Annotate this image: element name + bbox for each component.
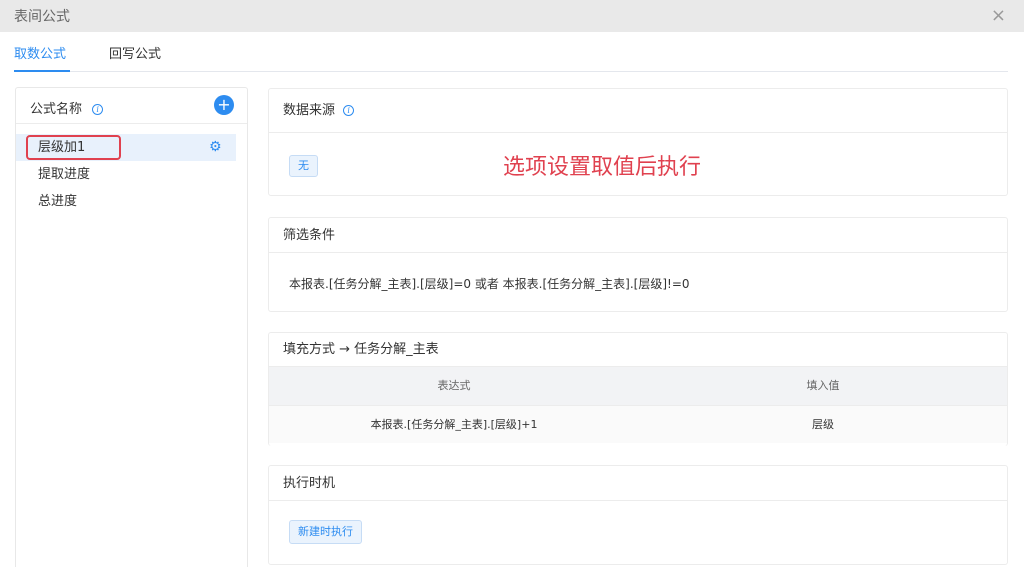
datasource-card: 数据来源 i 无 选项设置取值后执行 — [268, 88, 1008, 196]
timing-title: 执行时机 — [283, 476, 336, 491]
add-formula-button[interactable]: + — [214, 95, 234, 115]
datasource-header: 数据来源 i — [269, 89, 1007, 133]
info-icon[interactable]: i — [343, 105, 355, 116]
expression-cell: 本报表.[任务分解_主表].[层级]+1 — [370, 418, 538, 431]
column-header-fill-value: 填入值 — [806, 379, 840, 392]
fill-title: 填充方式 → 任务分解_主表 — [283, 342, 439, 357]
formula-item-level-plus-1[interactable]: 层级加1 ⚙ — [16, 134, 236, 161]
formula-item-label: 提取进度 — [38, 167, 91, 182]
datasource-title: 数据来源 — [283, 103, 336, 118]
tab-fetch-formula[interactable]: 取数公式 — [14, 43, 66, 62]
formula-list-panel: 公式名称 i + 层级加1 ⚙ 提取进度 总进度 — [15, 87, 248, 567]
fill-header: 填充方式 → 任务分解_主表 — [269, 333, 1007, 367]
active-tab-indicator — [14, 70, 70, 72]
filter-condition-text: 本报表.[任务分解_主表].[层级]=0 或者 本报表.[任务分解_主表].[层… — [289, 277, 690, 291]
formula-item-label: 总进度 — [38, 194, 78, 209]
gear-icon[interactable]: ⚙ — [209, 140, 223, 154]
timing-value-tag[interactable]: 新建时执行 — [289, 520, 362, 544]
formula-item-fetch-progress[interactable]: 提取进度 — [16, 161, 247, 188]
formula-name-label: 公式名称 — [30, 102, 83, 117]
dialog-title: 表间公式 — [14, 9, 70, 25]
formula-list: 层级加1 ⚙ 提取进度 总进度 — [16, 124, 247, 215]
timing-header: 执行时机 — [269, 466, 1007, 501]
dialog-titlebar: 表间公式 × — [0, 0, 1024, 32]
formula-name-heading: 公式名称 i — [30, 98, 104, 117]
table-row[interactable]: 本报表.[任务分解_主表].[层级]+1 层级 — [269, 405, 1007, 443]
filter-title: 筛选条件 — [283, 228, 336, 243]
fill-card: 填充方式 → 任务分解_主表 表达式 填入值 本报表.[任务分解_主表].[层级… — [268, 332, 1008, 446]
annotation-text: 选项设置取值后执行 — [503, 155, 702, 180]
table-header-row: 表达式 填入值 — [269, 367, 1007, 405]
filter-card: 筛选条件 本报表.[任务分解_主表].[层级]=0 或者 本报表.[任务分解_主… — [268, 217, 1008, 312]
info-icon[interactable]: i — [92, 104, 104, 115]
column-header-expression: 表达式 — [437, 379, 471, 392]
fill-value-cell: 层级 — [812, 418, 834, 431]
close-icon[interactable]: × — [991, 5, 1006, 26]
tab-writeback-formula[interactable]: 回写公式 — [109, 43, 161, 62]
formula-list-header: 公式名称 i + — [16, 88, 247, 124]
highlight-box — [26, 135, 121, 160]
formula-item-total-progress[interactable]: 总进度 — [16, 188, 247, 215]
timing-card: 执行时机 新建时执行 — [268, 465, 1008, 565]
datasource-value-tag[interactable]: 无 — [289, 155, 318, 177]
tab-bar: 取数公式 回写公式 — [14, 32, 1008, 72]
fill-table: 表达式 填入值 本报表.[任务分解_主表].[层级]+1 层级 — [269, 367, 1007, 443]
filter-header: 筛选条件 — [269, 218, 1007, 253]
